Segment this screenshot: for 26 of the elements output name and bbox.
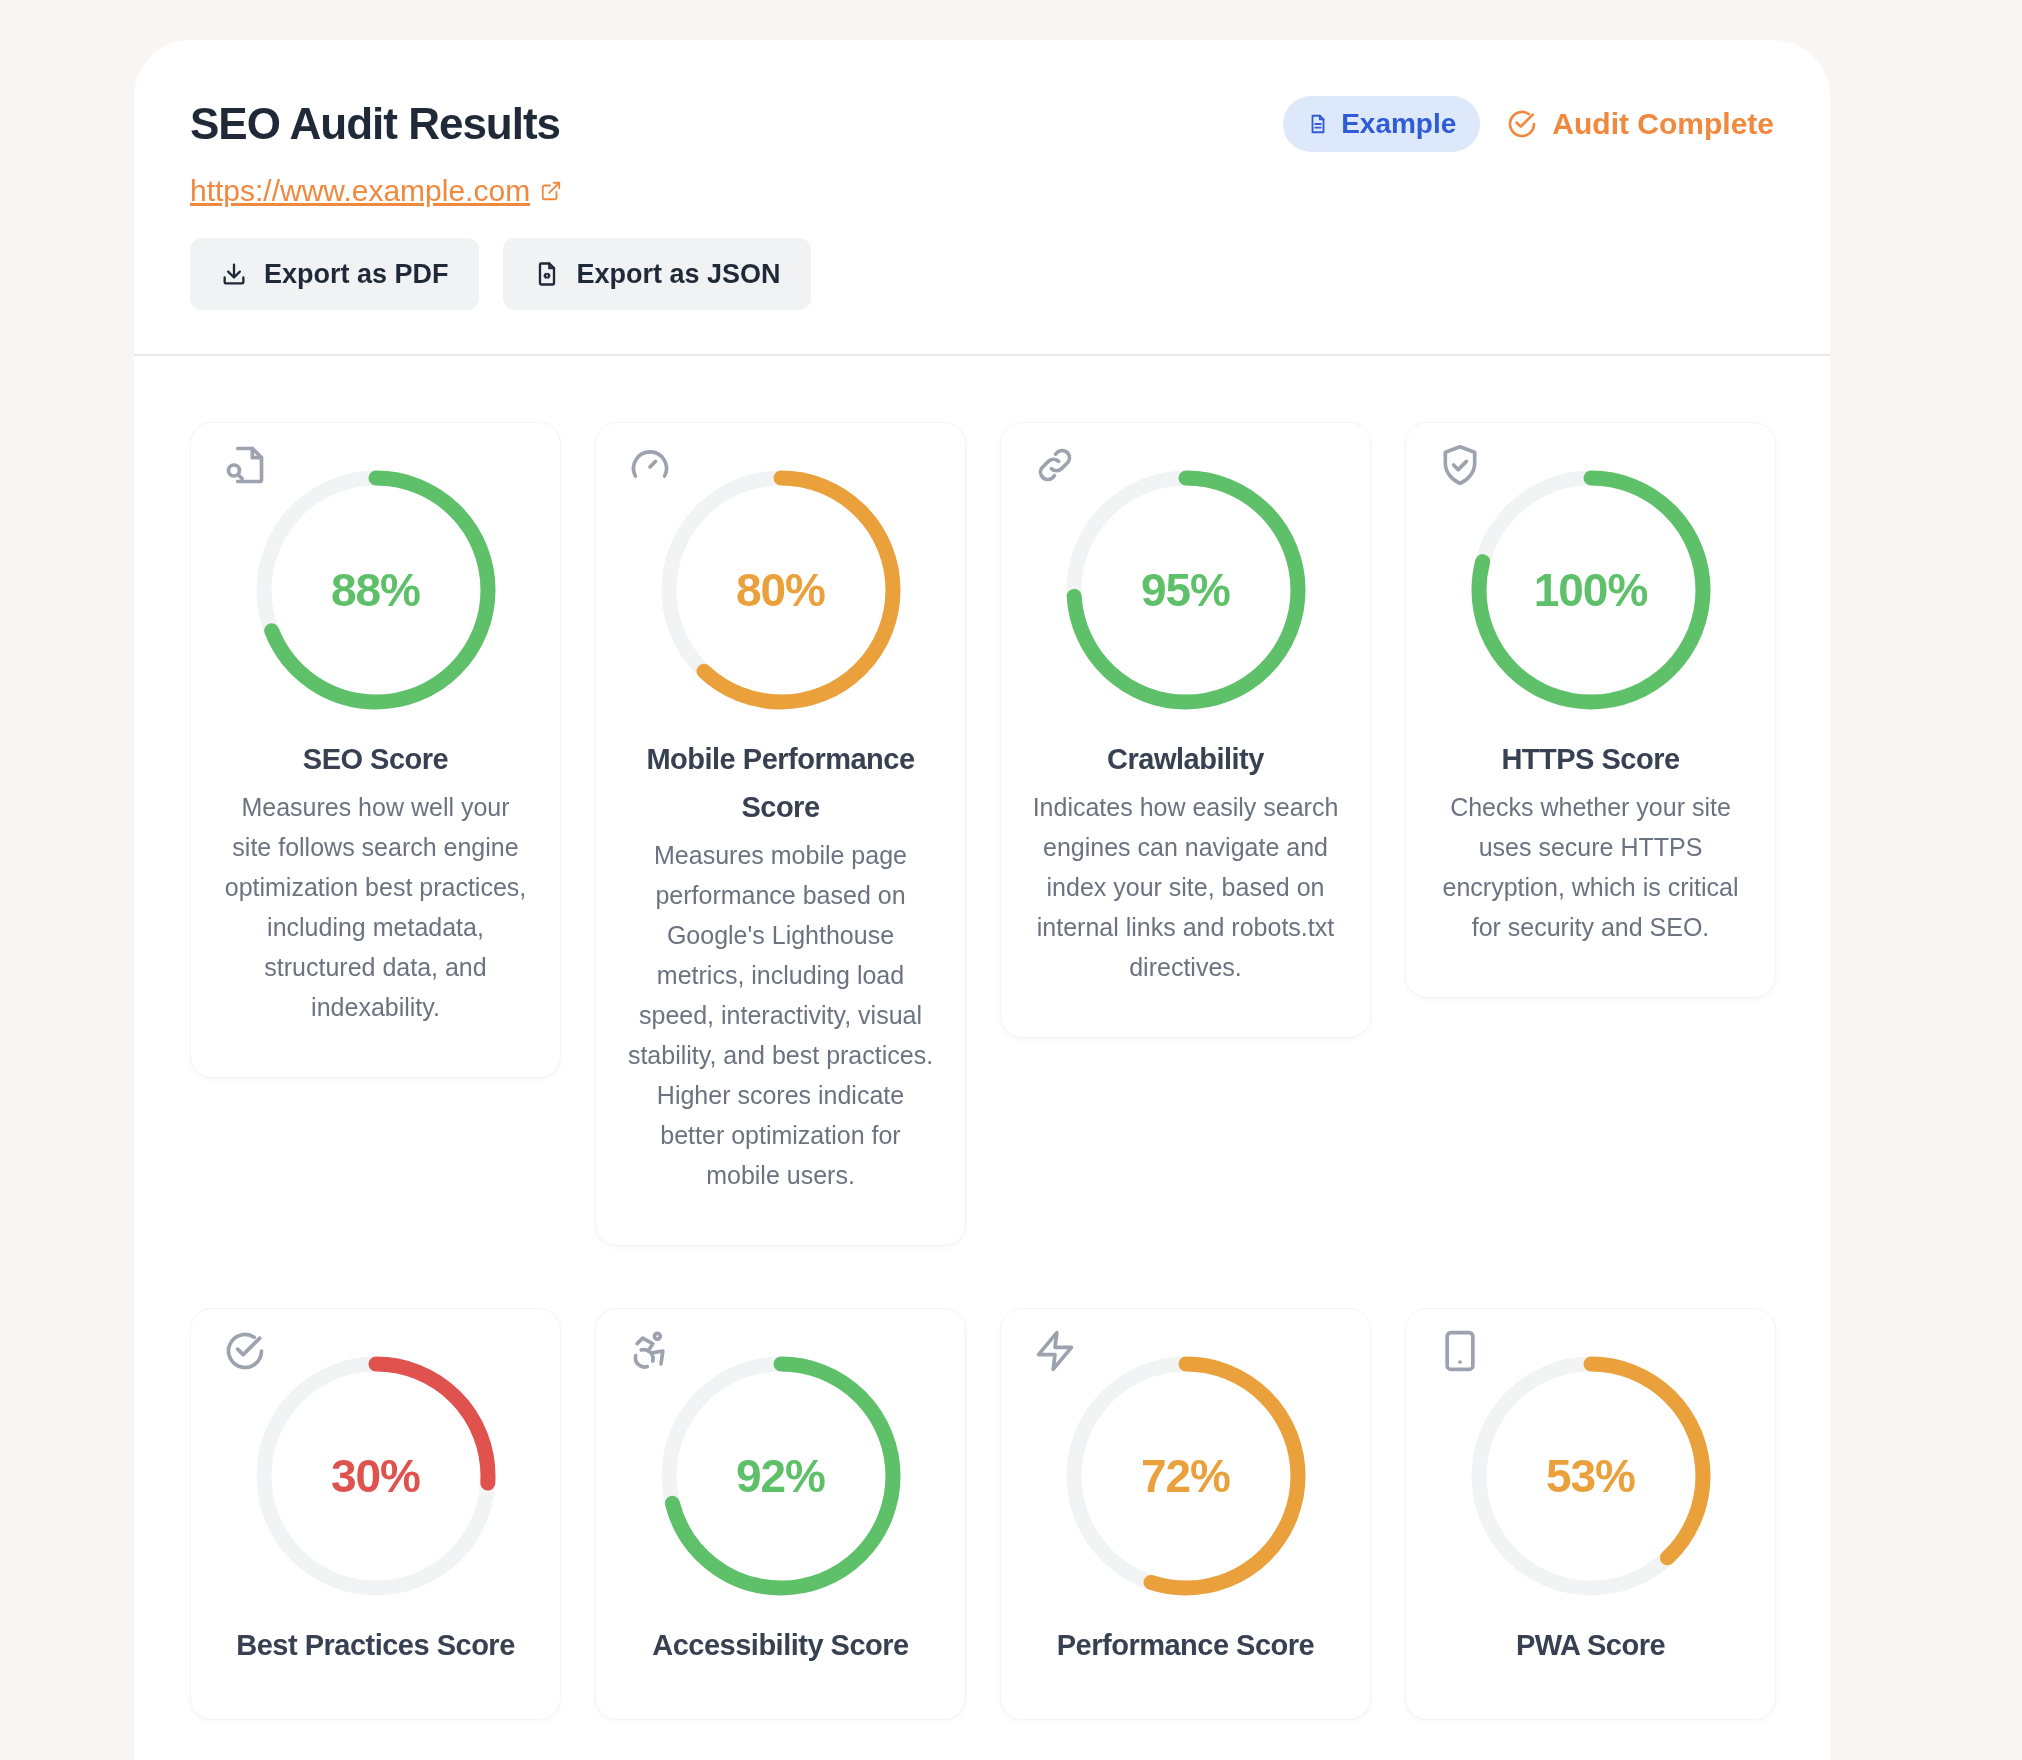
audit-status: Audit Complete — [1552, 107, 1774, 141]
card-title: SEO Score — [301, 742, 450, 777]
score-value: 80% — [734, 563, 827, 617]
card-description: Measures how well your site follows search engine optimization best practices, including metadata, structured data, and indexability. — [223, 792, 528, 1023]
card-title: Accessibility Score — [651, 1628, 910, 1663]
score-value: 95% — [1139, 563, 1232, 617]
card-title: Performance Score — [1055, 1628, 1316, 1663]
page-title: SEO Audit Results — [190, 99, 561, 149]
score-value: 92% — [734, 1449, 827, 1503]
score-value: 72% — [1139, 1449, 1232, 1503]
example-badge: Example — [1283, 96, 1481, 152]
export-button[interactable]: Export as JSON — [502, 238, 811, 310]
export-button[interactable]: Export as PDF — [190, 238, 479, 310]
card-title: Best Practices Score — [235, 1628, 516, 1663]
card-description: Checks whether your site uses secure HTTPS encryption, which is critical for security and SEO. — [1441, 792, 1740, 943]
card-title: PWA Score — [1514, 1628, 1667, 1663]
card-title: HTTPS Score — [1500, 742, 1681, 777]
card-description: Indicates how easily search engines can navigate and index your site, based on internal links and robots.txt directives. — [1031, 792, 1340, 983]
card-title: Crawlability — [1106, 742, 1265, 777]
score-value: 53% — [1544, 1449, 1637, 1503]
score-value: 30% — [329, 1449, 422, 1503]
score-value: 100% — [1532, 563, 1649, 617]
score-value: 88% — [329, 563, 422, 617]
external-link-icon[interactable] — [540, 180, 563, 202]
card-title: Mobile Performance Score — [645, 742, 916, 825]
card-description: Measures mobile page performance based on Google's Lighthouse metrics, including load speed, interactivity, visual stability, and best practices. Higher scores indicate better optimization for mobile users. — [626, 840, 935, 1191]
